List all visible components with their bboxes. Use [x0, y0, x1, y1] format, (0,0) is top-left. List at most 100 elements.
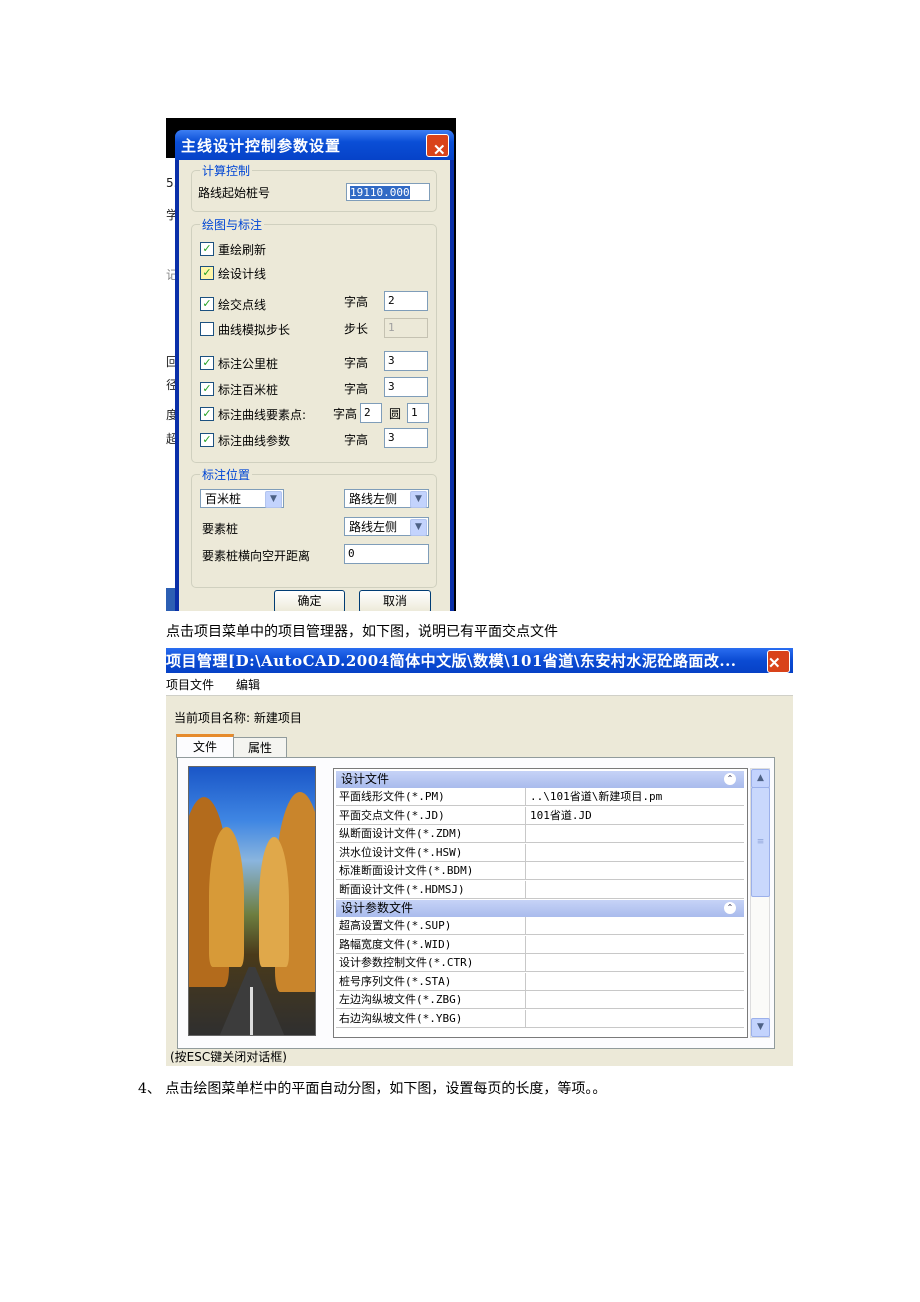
circle-input[interactable]: 1 [407, 403, 429, 423]
table-row[interactable]: 右边沟纵坡文件(*.YBG) [336, 1009, 744, 1028]
table-row[interactable]: 断面设计文件(*.HDMSJ) [336, 880, 744, 899]
km-station-label: 标注公里桩 [218, 357, 279, 371]
group-position-legend: 标注位置 [200, 466, 253, 483]
file-path-cell[interactable]: ..\101省道\新建项目.pm [530, 788, 662, 806]
dialog-titlebar[interactable]: 主线设计控制参数设置 ✕ [175, 130, 454, 160]
km-height-label: 字高 [344, 356, 369, 370]
hm-station-select[interactable]: 百米桩 ▼ [200, 489, 284, 508]
file-type-cell: 纵断面设计文件(*.ZDM) [339, 825, 526, 843]
tab-files[interactable]: 文件 [176, 734, 234, 758]
intersection-line-checkbox[interactable]: ✓ [200, 297, 214, 311]
hm-side-select-value: 路线左侧 [349, 492, 398, 506]
scroll-thumb[interactable]: ≡ [751, 787, 770, 897]
circle-label: 圆 [389, 407, 402, 421]
curve-points-height-input[interactable]: 2 [360, 403, 382, 423]
offset-input[interactable]: 0 [344, 544, 429, 564]
dialog-body: 计算控制 路线起始桩号 19110.000 绘图与标注 ✓ 重绘刷新 ✓ 绘设计… [179, 160, 450, 611]
design-line-checkbox[interactable]: ✓ [200, 266, 214, 280]
curve-step-label: 曲线模拟步长 [218, 323, 291, 337]
table-row[interactable]: 平面交点文件(*.JD) 101省道.JD [336, 806, 744, 825]
tab-properties[interactable]: 属性 [233, 737, 287, 758]
table-row[interactable]: 标准断面设计文件(*.BDM) [336, 862, 744, 880]
km-height-input[interactable]: 3 [384, 351, 428, 371]
start-station-label: 路线起始桩号 [198, 186, 271, 200]
step-value: 1 [388, 321, 395, 334]
curve-params-height-value: 3 [388, 431, 395, 444]
table-row[interactable]: 超高设置文件(*.SUP) [336, 917, 744, 935]
dialog-title: 主线设计控制参数设置 [181, 137, 342, 155]
tree-shape [209, 827, 244, 967]
section-header[interactable]: 设计参数文件 ⌃ [336, 900, 744, 917]
hm-side-select[interactable]: 路线左侧 ▼ [344, 489, 429, 508]
close-button[interactable]: ✕ [426, 134, 449, 159]
circle-value: 1 [411, 406, 418, 419]
table-row[interactable]: 桩号序列文件(*.STA) [336, 972, 744, 991]
curve-step-checkbox[interactable] [200, 322, 214, 336]
chevron-down-icon[interactable]: ▼ [410, 491, 427, 508]
scroll-up-icon[interactable]: ▲ [751, 769, 770, 788]
intersection-line-label: 绘交点线 [218, 298, 267, 312]
settings-dialog-screenshot: 5. 学 记 回 径 度 超 主线设计控制参数设置 ✕ 计算控制 路线起始桩号 … [166, 118, 456, 611]
file-type-cell: 路幅宽度文件(*.WID) [339, 935, 526, 954]
road-photo [188, 766, 316, 1036]
km-height-value: 3 [388, 354, 395, 367]
table-row[interactable]: 左边沟纵坡文件(*.ZBG) [336, 991, 744, 1009]
file-type-cell: 标准断面设计文件(*.BDM) [339, 862, 526, 880]
curve-params-checkbox[interactable]: ✓ [200, 433, 214, 447]
hm-height-value: 3 [388, 380, 395, 393]
menu-bar: 项目文件 编辑 [166, 673, 793, 696]
chevron-down-icon[interactable]: ▼ [265, 491, 282, 508]
file-type-cell: 超高设置文件(*.SUP) [339, 917, 526, 935]
project-manager-screenshot: 项目管理[D:\AutoCAD.2004简体中文版\数模\101省道\东安村水泥… [166, 648, 793, 1066]
table-row[interactable]: 路幅宽度文件(*.WID) [336, 935, 744, 954]
step-input[interactable]: 1 [384, 318, 428, 338]
group-calc-control: 计算控制 路线起始桩号 19110.000 [191, 162, 437, 212]
start-station-value: 19110.000 [350, 186, 410, 199]
scroll-down-icon[interactable]: ▼ [751, 1018, 770, 1037]
collapse-icon[interactable]: ⌃ [724, 773, 736, 785]
menu-project-file[interactable]: 项目文件 [166, 676, 214, 693]
table-row[interactable]: 平面线形文件(*.PM) ..\101省道\新建项目.pm [336, 788, 744, 806]
group-draw-legend: 绘图与标注 [200, 216, 265, 233]
hm-station-select-value: 百米桩 [205, 492, 242, 506]
file-path-cell[interactable]: 101省道.JD [530, 807, 592, 825]
file-type-cell: 设计参数控制文件(*.CTR) [339, 954, 526, 972]
files-tab-pane: 设计文件 ⌃ 平面线形文件(*.PM) ..\101省道\新建项目.pm 平面交点文件(… [177, 757, 775, 1049]
tree-shape [259, 837, 289, 967]
section-header[interactable]: 设计文件 ⌃ [336, 771, 744, 788]
element-side-select[interactable]: 路线左侧 ▼ [344, 517, 429, 536]
vertical-scrollbar[interactable]: ▲ ≡ ▼ [750, 768, 770, 1038]
start-station-input[interactable]: 19110.000 [346, 183, 430, 201]
hm-station-checkbox[interactable]: ✓ [200, 382, 214, 396]
project-manager-title: 项目管理[D:\AutoCAD.2004简体中文版\数模\101省道\东安村水泥… [166, 652, 737, 670]
curve-points-checkbox[interactable]: ✓ [200, 407, 214, 421]
table-row[interactable]: 设计参数控制文件(*.CTR) [336, 954, 744, 972]
collapse-icon[interactable]: ⌃ [724, 902, 736, 914]
hm-height-input[interactable]: 3 [384, 377, 428, 397]
table-row[interactable]: 洪水位设计文件(*.HSW) [336, 843, 744, 862]
current-project-name: 当前项目名称: 新建项目 [174, 711, 302, 725]
file-type-cell: 平面交点文件(*.JD) [339, 806, 526, 825]
group-annotation-position: 标注位置 百米桩 ▼ 路线左侧 ▼ 要素桩 路线左侧 ▼ 要素桩横向空开距离 0 [191, 466, 437, 588]
file-type-cell: 左边沟纵坡文件(*.ZBG) [339, 991, 526, 1009]
file-type-cell: 右边沟纵坡文件(*.YBG) [339, 1009, 526, 1028]
caption-auto-split: 4、 点击绘图菜单栏中的平面自动分图，如下图，设置每页的长度，等项。。 [138, 1081, 607, 1097]
section-header-label: 设计文件 [341, 772, 390, 786]
close-icon: ✕ [433, 141, 447, 159]
intersection-height-input[interactable]: 2 [384, 291, 428, 311]
curve-params-height-input[interactable]: 3 [384, 428, 428, 448]
project-manager-titlebar[interactable]: 项目管理[D:\AutoCAD.2004简体中文版\数模\101省道\东安村水泥… [166, 648, 793, 673]
chevron-down-icon[interactable]: ▼ [410, 519, 427, 536]
group-draw-annotate: 绘图与标注 ✓ 重绘刷新 ✓ 绘设计线 ✓ 绘交点线 字高 2 曲线模拟步长 步… [191, 216, 437, 463]
cancel-button[interactable]: 取消 [359, 590, 431, 611]
close-button[interactable]: ✕ [767, 650, 790, 673]
ok-button[interactable]: 确定 [274, 590, 345, 611]
menu-edit[interactable]: 编辑 [236, 676, 260, 693]
redraw-checkbox[interactable]: ✓ [200, 242, 214, 256]
section-header-label: 设计参数文件 [341, 901, 414, 915]
table-row[interactable]: 纵断面设计文件(*.ZDM) [336, 825, 744, 843]
curve-points-height-label: 字高 [333, 407, 358, 421]
file-type-cell: 桩号序列文件(*.STA) [339, 972, 526, 991]
km-station-checkbox[interactable]: ✓ [200, 356, 214, 370]
element-station-label: 要素桩 [202, 522, 239, 536]
